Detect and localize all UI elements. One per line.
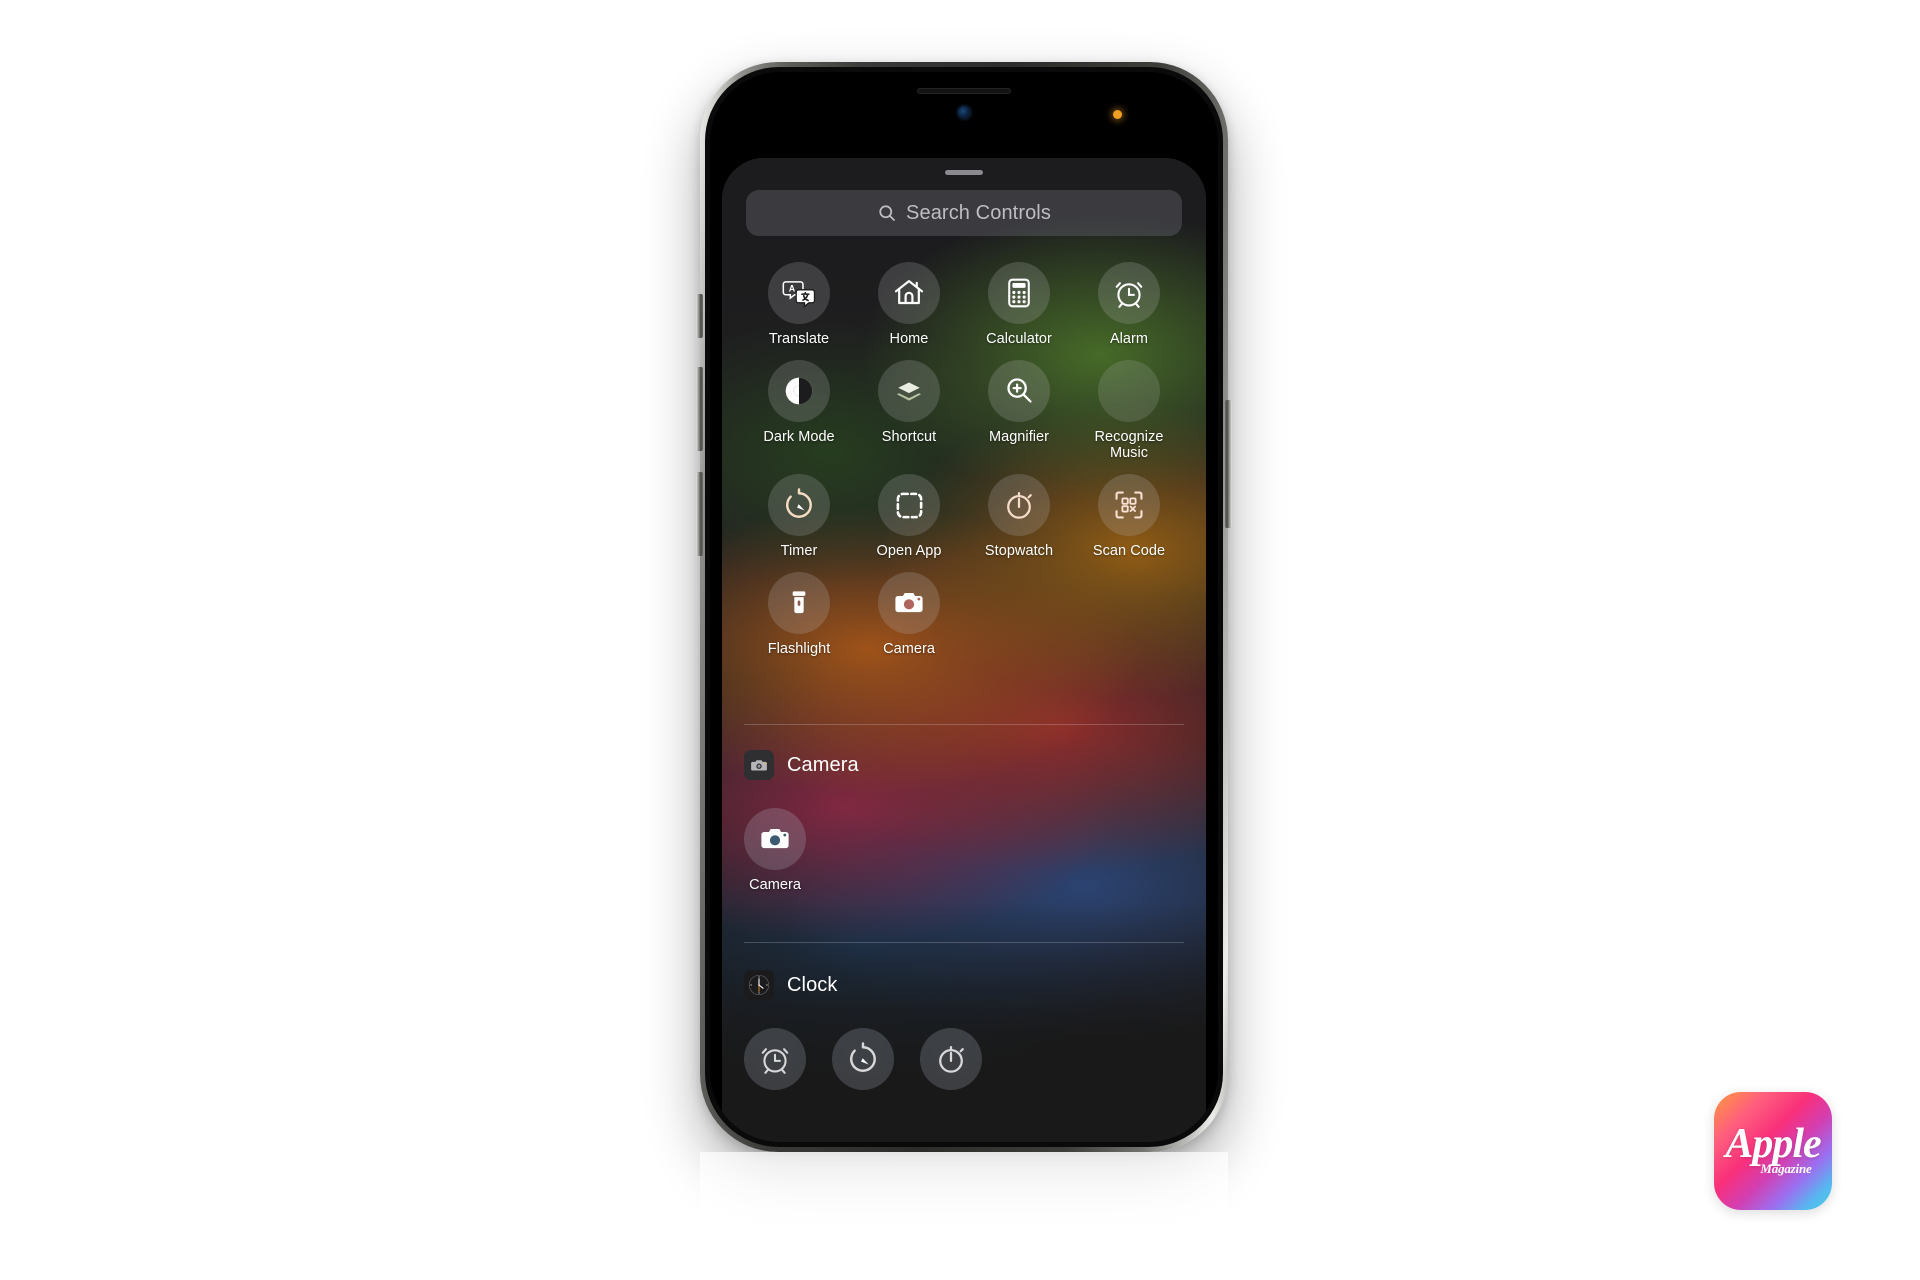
orange-privacy-dot bbox=[1113, 110, 1122, 119]
control-tile-recognize-music[interactable]: Recognize Music bbox=[1074, 359, 1184, 462]
dark-mode-icon bbox=[768, 359, 830, 422]
control-label: Magnifier bbox=[988, 428, 1050, 445]
control-tile-stopwatch[interactable]: Stopwatch bbox=[964, 474, 1074, 560]
control-label: Calculator bbox=[986, 331, 1052, 347]
control-tile-clock-stopwatch[interactable] bbox=[920, 1028, 982, 1097]
svg-text:A: A bbox=[789, 283, 796, 293]
search-icon bbox=[877, 203, 897, 223]
timer-icon bbox=[768, 474, 830, 537]
stopwatch-icon bbox=[920, 1028, 982, 1090]
shazam-icon bbox=[1098, 359, 1160, 422]
section-divider bbox=[744, 942, 1184, 943]
control-tile-dark-mode[interactable]: Dark Mode bbox=[744, 359, 854, 462]
clock-app-icon bbox=[744, 970, 774, 1000]
control-label: Dark Mode bbox=[763, 428, 835, 445]
speaker-grille-icon bbox=[917, 88, 1011, 94]
control-tile-camera-app[interactable]: Camera bbox=[744, 808, 806, 894]
control-tile-clock-alarm[interactable] bbox=[744, 1028, 806, 1097]
control-tile-translate[interactable]: A Translate bbox=[744, 262, 854, 348]
control-tile-scan-code[interactable]: Scan Code bbox=[1074, 474, 1184, 560]
app-controls-camera: Camera bbox=[744, 808, 806, 894]
stopwatch-icon bbox=[988, 474, 1050, 537]
app-section-header-camera: Camera bbox=[744, 750, 859, 780]
power-button[interactable] bbox=[1225, 400, 1232, 528]
volume-down-button[interactable] bbox=[696, 472, 703, 556]
phone-screen[interactable]: Search Controls A Translate Home Calcula… bbox=[710, 72, 1218, 1142]
app-section-name: Clock bbox=[787, 973, 838, 996]
control-tile-calculator[interactable]: Calculator bbox=[964, 262, 1074, 348]
search-input[interactable]: Search Controls bbox=[746, 190, 1182, 236]
control-tile-magnifier[interactable]: Magnifier bbox=[964, 359, 1074, 462]
control-label: Alarm bbox=[1109, 331, 1149, 347]
control-label: Stopwatch bbox=[984, 543, 1054, 560]
control-label: Camera bbox=[749, 877, 801, 893]
magnifier-plus-icon bbox=[988, 359, 1050, 422]
control-label: Shortcut bbox=[881, 428, 937, 445]
device-bezel: Search Controls A Translate Home Calcula… bbox=[710, 72, 1218, 1142]
app-section-name: Camera bbox=[787, 753, 859, 776]
add-controls-sheet: Search Controls A Translate Home Calcula… bbox=[722, 158, 1206, 1142]
front-camera-icon bbox=[957, 106, 971, 119]
iphone-device: Search Controls A Translate Home Calcula… bbox=[696, 62, 1232, 1152]
volume-up-button[interactable] bbox=[696, 367, 703, 451]
camera-icon bbox=[878, 571, 940, 634]
shortcut-layers-icon bbox=[878, 359, 940, 422]
control-label: Home bbox=[889, 331, 929, 347]
logo-primary-text: Apple bbox=[1725, 1121, 1821, 1168]
controls-grid: A Translate Home Calculator Alarm Dark M… bbox=[744, 262, 1184, 657]
camera-icon bbox=[744, 808, 806, 870]
qr-scan-icon bbox=[1098, 474, 1160, 537]
drag-handle[interactable] bbox=[945, 170, 983, 175]
control-tile-timer[interactable]: Timer bbox=[744, 474, 854, 560]
control-tile-open-app[interactable]: Open App bbox=[854, 474, 964, 560]
control-label: Scan Code bbox=[1092, 543, 1166, 560]
app-controls-clock bbox=[744, 1028, 982, 1097]
home-icon bbox=[878, 262, 940, 324]
logo-secondary-text: Magazine bbox=[1760, 1160, 1812, 1176]
control-label: Timer bbox=[780, 543, 818, 560]
timer-icon bbox=[832, 1028, 894, 1090]
control-tile-alarm[interactable]: Alarm bbox=[1074, 262, 1184, 348]
calculator-icon bbox=[988, 262, 1050, 324]
control-label: Translate bbox=[768, 331, 830, 347]
section-divider bbox=[744, 724, 1184, 725]
app-section-header-clock: Clock bbox=[744, 970, 838, 1000]
alarm-clock-icon bbox=[1098, 262, 1160, 324]
control-tile-clock-timer[interactable] bbox=[832, 1028, 894, 1097]
control-tile-shortcut[interactable]: Shortcut bbox=[854, 359, 964, 462]
control-label: Open App bbox=[876, 543, 942, 560]
control-label: Flashlight bbox=[767, 640, 831, 657]
control-label: Camera bbox=[883, 640, 935, 657]
action-button[interactable] bbox=[696, 294, 703, 338]
open-app-icon bbox=[878, 474, 940, 537]
control-tile-home[interactable]: Home bbox=[854, 262, 964, 348]
control-tile-camera[interactable]: Camera bbox=[854, 571, 964, 658]
control-label: Recognize Music bbox=[1094, 428, 1164, 462]
search-placeholder: Search Controls bbox=[906, 201, 1051, 224]
applemagazine-logo: Apple Magazine bbox=[1714, 1092, 1832, 1210]
flashlight-icon bbox=[768, 571, 830, 634]
camera-app-icon bbox=[744, 750, 774, 780]
alarm-clock-icon bbox=[744, 1028, 806, 1090]
translate-icon: A bbox=[768, 262, 830, 324]
device-reflection bbox=[700, 1152, 1228, 1280]
control-tile-flashlight[interactable]: Flashlight bbox=[744, 571, 854, 658]
